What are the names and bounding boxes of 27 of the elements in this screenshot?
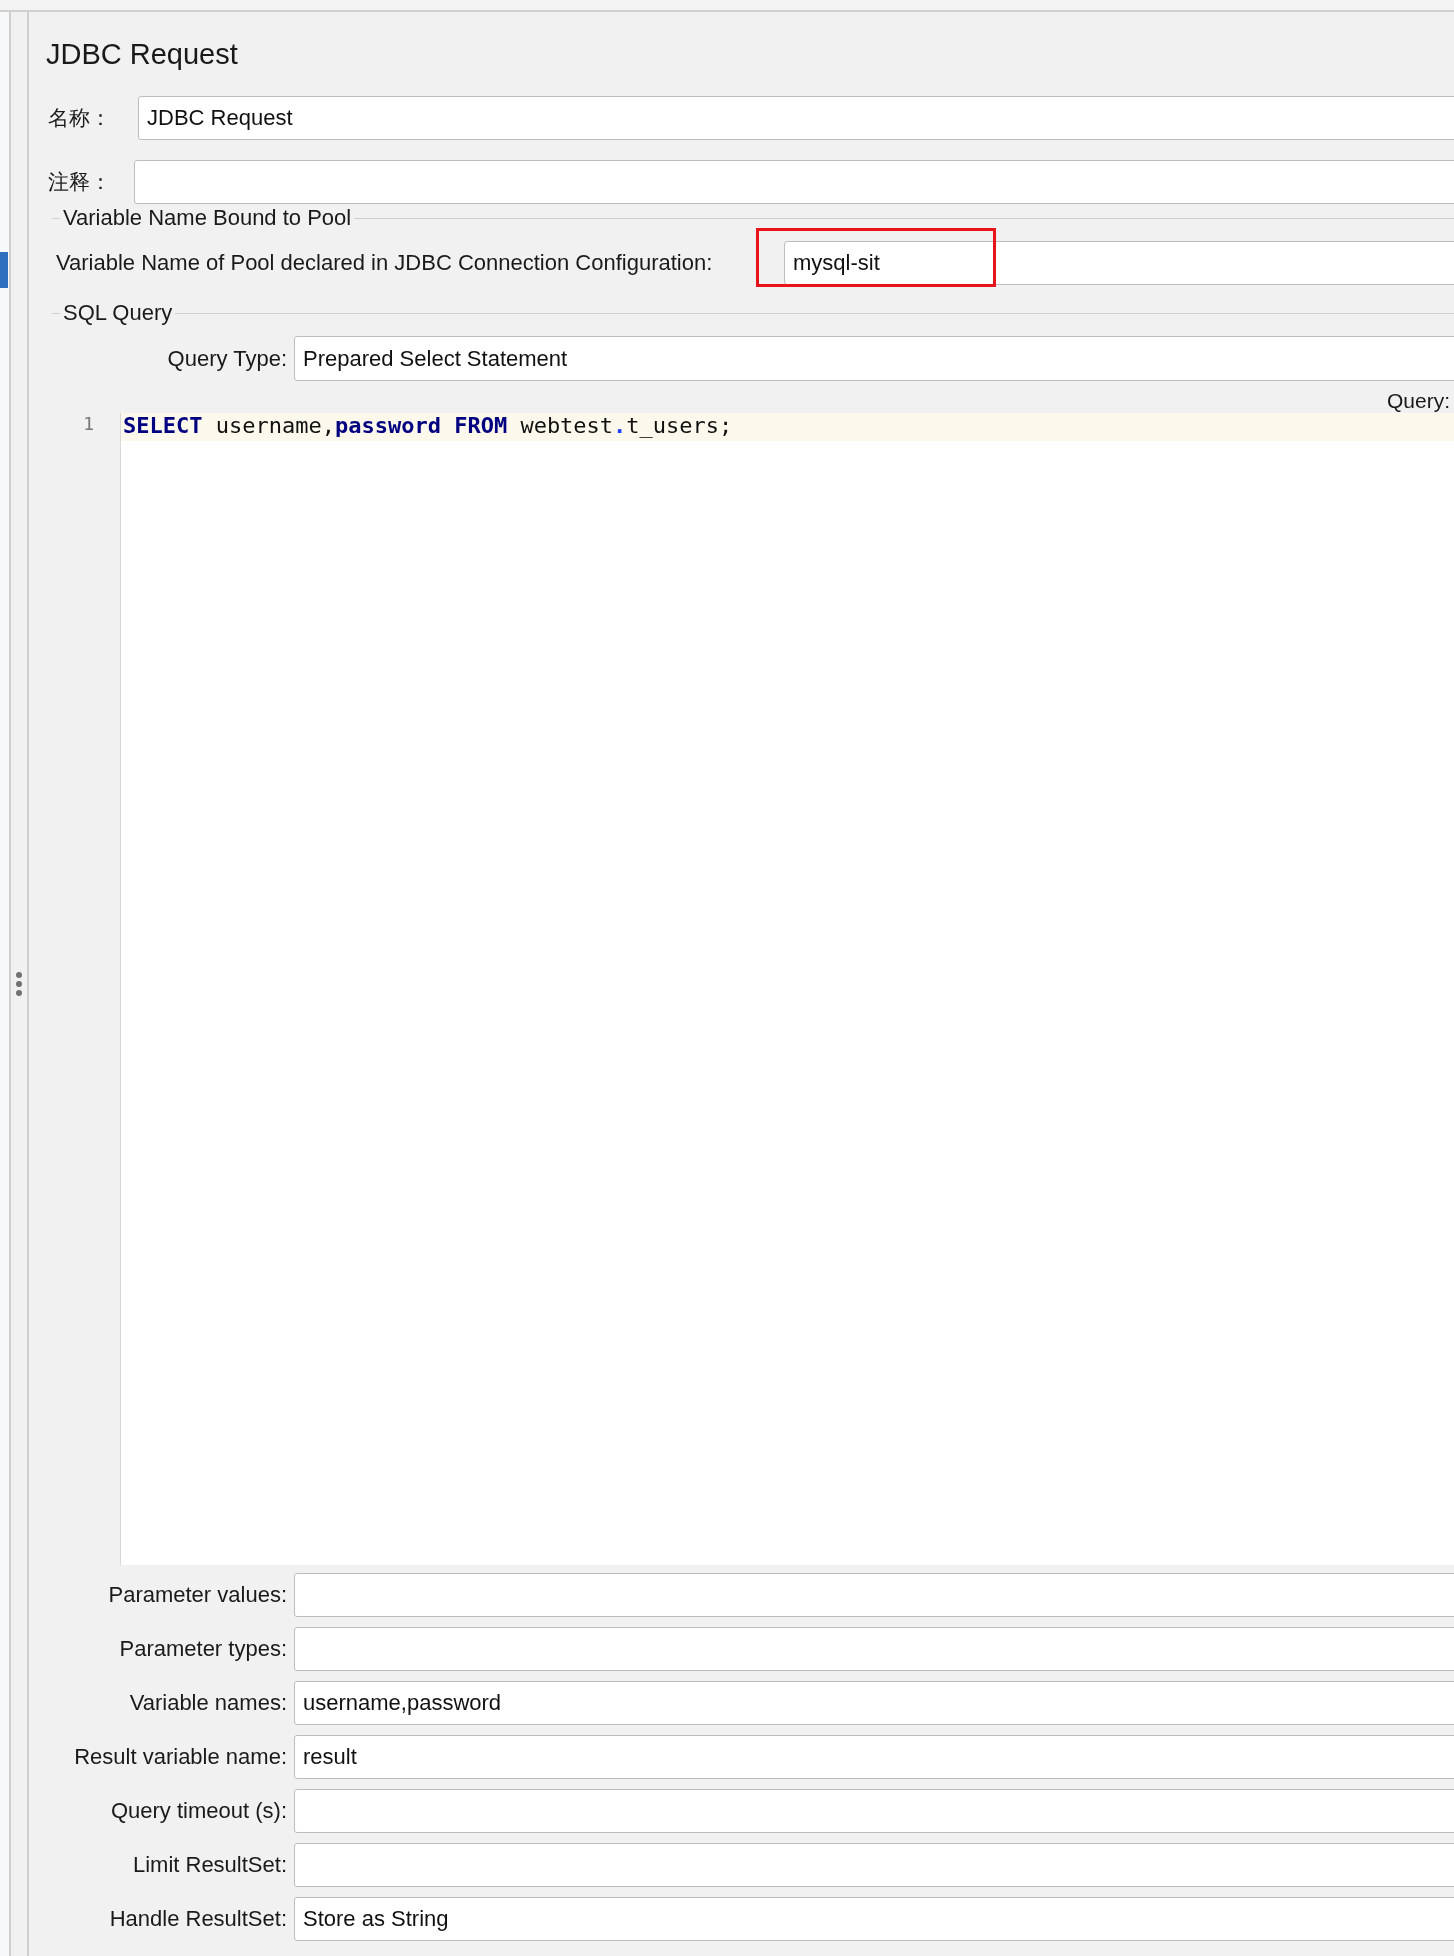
input-field[interactable]: username,password (294, 1681, 1454, 1725)
field-label: Limit ResultSet: (131, 1852, 288, 1878)
field-label: Result variable name: (73, 1744, 288, 1770)
field-label: Variable names: (128, 1690, 288, 1716)
field-label: Parameter types: (118, 1636, 288, 1662)
name-field[interactable]: JDBC Request (138, 96, 1454, 140)
field-label: Parameter values: (107, 1582, 288, 1608)
field-label: Query: (1386, 389, 1450, 413)
input-field[interactable] (294, 1573, 1454, 1617)
field-label: 名称： (47, 105, 112, 132)
field-label: Variable Name of Pool declared in JDBC Connection Configuration: (56, 250, 714, 276)
input-field[interactable] (294, 1789, 1454, 1833)
query-type-dropdown[interactable]: Prepared Select Statement (294, 336, 1454, 381)
panel-title: JDBC Request (46, 38, 239, 72)
pool-name-field[interactable]: mysql-sit (784, 241, 1454, 285)
comment-field[interactable] (134, 160, 1454, 204)
input-field[interactable]: result (294, 1735, 1454, 1779)
input-field[interactable]: Store as String (294, 1897, 1454, 1941)
selection-marker (0, 252, 8, 288)
field-label: Query Type: (166, 345, 288, 372)
splitter-handle-icon[interactable] (15, 971, 23, 997)
line-number: 1 (82, 413, 95, 436)
field-label: Handle ResultSet: (108, 1906, 288, 1932)
field-label: Query timeout (s): (109, 1798, 288, 1824)
input-field[interactable] (294, 1843, 1454, 1887)
field-label: 注释： (47, 169, 112, 196)
input-field[interactable] (294, 1627, 1454, 1671)
